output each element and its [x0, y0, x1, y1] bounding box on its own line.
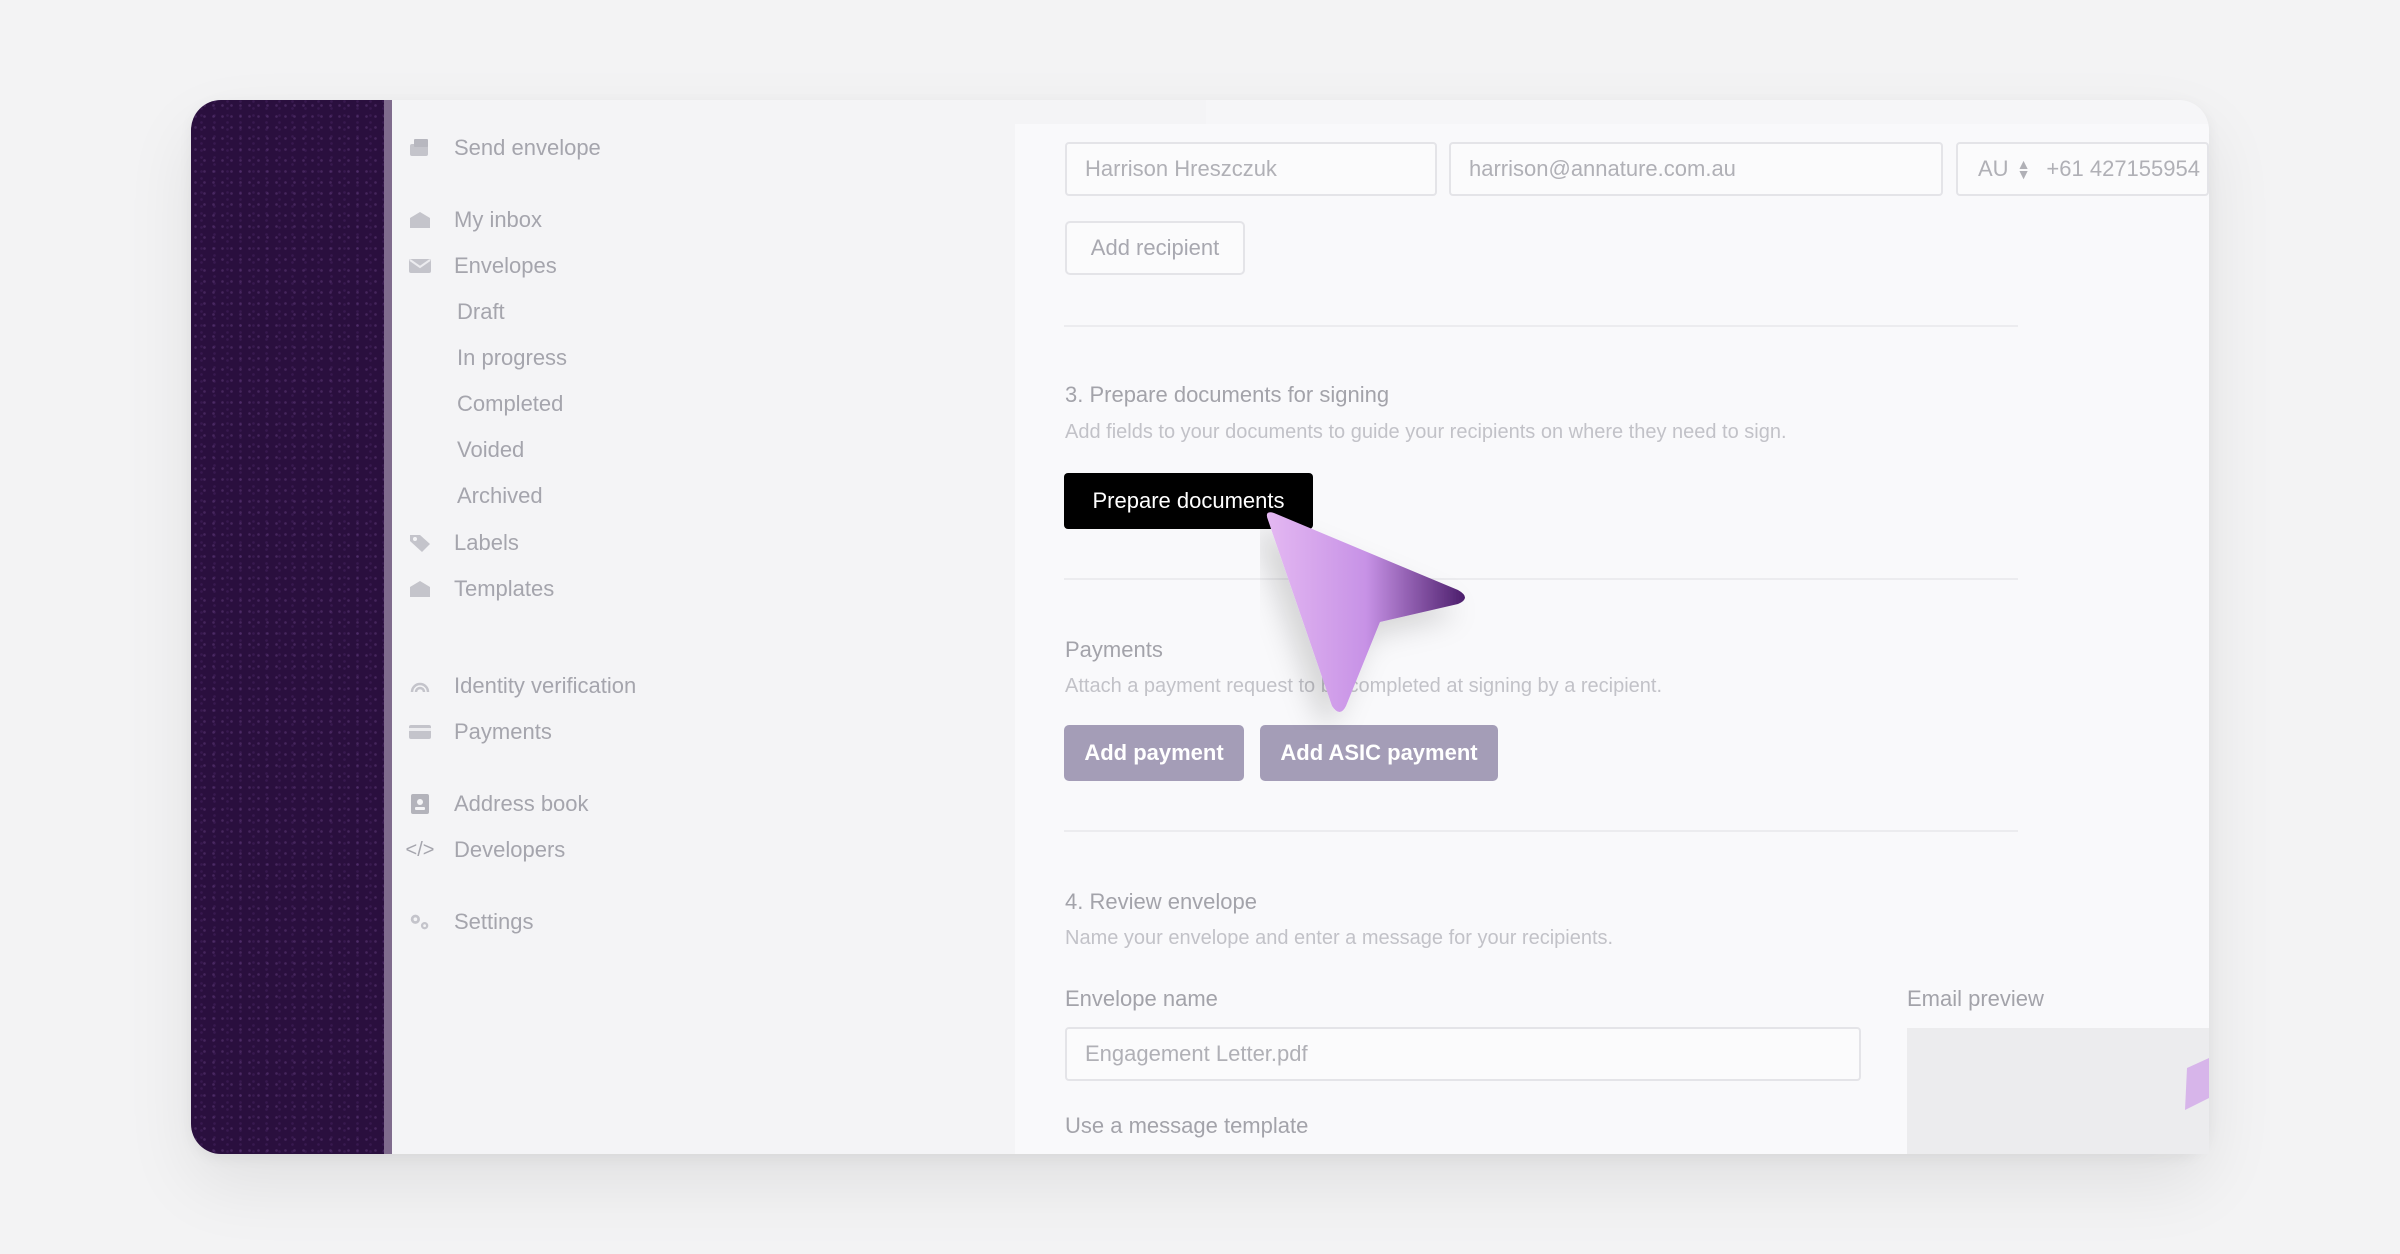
nav-payments[interactable]: Payments	[409, 715, 552, 749]
nav-archived[interactable]: Archived	[457, 479, 543, 513]
email-preview-box	[1907, 1028, 2209, 1154]
app-rail	[191, 100, 384, 1154]
add-payment-label: Add payment	[1084, 740, 1224, 765]
recipient-email-input[interactable]: harrison@annature.com.au	[1449, 142, 1943, 196]
nav-envelopes[interactable]: Envelopes	[409, 249, 557, 283]
review-heading: 4. Review envelope	[1065, 889, 1258, 914]
envelope-name-value: Engagement Letter.pdf	[1085, 1041, 1308, 1066]
nav-address-book[interactable]: Address book	[409, 787, 589, 821]
nav-draft[interactable]: Draft	[457, 295, 505, 329]
email-preview-label: Email preview	[1907, 986, 2044, 1011]
envelope-name-label: Envelope name	[1065, 986, 1218, 1011]
nav-label: Settings	[454, 909, 534, 934]
nav-label: Payments	[454, 719, 552, 744]
prepare-description: Add fields to your documents to guide yo…	[1065, 421, 1787, 443]
section-divider	[1064, 830, 2018, 832]
nav-label: My inbox	[454, 207, 543, 232]
send-envelope-icon	[408, 137, 432, 159]
nav-developers[interactable]: </> Developers	[405, 833, 566, 867]
nav-label: Archived	[457, 483, 543, 508]
fingerprint-icon	[408, 675, 432, 697]
nav-templates[interactable]: Templates	[409, 572, 554, 606]
phone-number-value: +61 427155954	[2046, 156, 2200, 181]
nav-label: Voided	[457, 437, 525, 462]
recipient-name-input[interactable]: Harrison Hreszczuk	[1065, 142, 1437, 196]
review-description: Name your envelope and enter a message f…	[1065, 927, 1614, 949]
templates-icon	[408, 578, 432, 600]
credit-card-icon	[408, 721, 432, 743]
add-recipient-label: Add recipient	[1090, 235, 1220, 260]
nav-label: Identity verification	[454, 673, 637, 698]
address-book-icon	[408, 793, 432, 815]
add-recipient-button[interactable]: Add recipient	[1065, 221, 1245, 275]
select-arrows-icon: ▲ ▼	[2016, 156, 2031, 182]
nav-settings[interactable]: Settings	[409, 905, 534, 939]
nav-label: Draft	[457, 299, 505, 324]
code-icon: </>	[405, 838, 435, 861]
nav-in-progress[interactable]: In progress	[457, 341, 567, 375]
nav-label: Envelopes	[454, 253, 557, 278]
nav-completed[interactable]: Completed	[457, 387, 563, 421]
recipient-email-value: harrison@annature.com.au	[1469, 156, 1736, 181]
prepare-heading: 3. Prepare documents for signing	[1065, 382, 1390, 407]
message-template-label: Use a message template	[1065, 1113, 1309, 1138]
nav-label: Labels	[454, 530, 519, 555]
add-asic-payment-label: Add ASIC payment	[1280, 740, 1478, 765]
preview-logo-icon	[2185, 1058, 2209, 1110]
cursor-pointer-icon	[1266, 512, 1465, 712]
nav-my-inbox[interactable]: My inbox	[409, 203, 542, 237]
prepare-documents-label: Prepare documents	[1092, 488, 1285, 513]
inbox-icon	[408, 209, 432, 231]
nav-label: In progress	[457, 345, 568, 370]
envelope-name-input[interactable]: Engagement Letter.pdf	[1065, 1027, 1861, 1081]
gears-icon	[408, 911, 432, 933]
nav-send-envelope[interactable]: Send envelope	[409, 131, 601, 165]
nav-voided[interactable]: Voided	[457, 433, 524, 467]
rail-edge	[384, 100, 392, 1154]
add-asic-payment-button[interactable]: Add ASIC payment	[1260, 725, 1498, 781]
section-divider	[1064, 578, 2018, 580]
nav-label: Address book	[454, 791, 589, 816]
nav-identity-verification[interactable]: Identity verification	[409, 669, 636, 703]
nav-label: Completed	[457, 391, 564, 416]
tag-icon	[408, 532, 432, 554]
add-payment-button[interactable]: Add payment	[1064, 725, 1244, 781]
section-divider	[1064, 325, 2018, 327]
nav-label: Send envelope	[454, 135, 601, 160]
nav-labels[interactable]: Labels	[409, 526, 519, 560]
payments-heading: Payments	[1065, 637, 1163, 662]
country-code-select[interactable]: AU	[1978, 156, 2009, 182]
recipient-phone-input[interactable]: AU ▲ ▼ +61 427155954	[1956, 142, 2209, 196]
recipient-name-value: Harrison Hreszczuk	[1085, 156, 1277, 181]
envelope-icon	[408, 255, 432, 277]
nav-label: Templates	[454, 576, 555, 601]
nav-label: Developers	[454, 837, 566, 862]
